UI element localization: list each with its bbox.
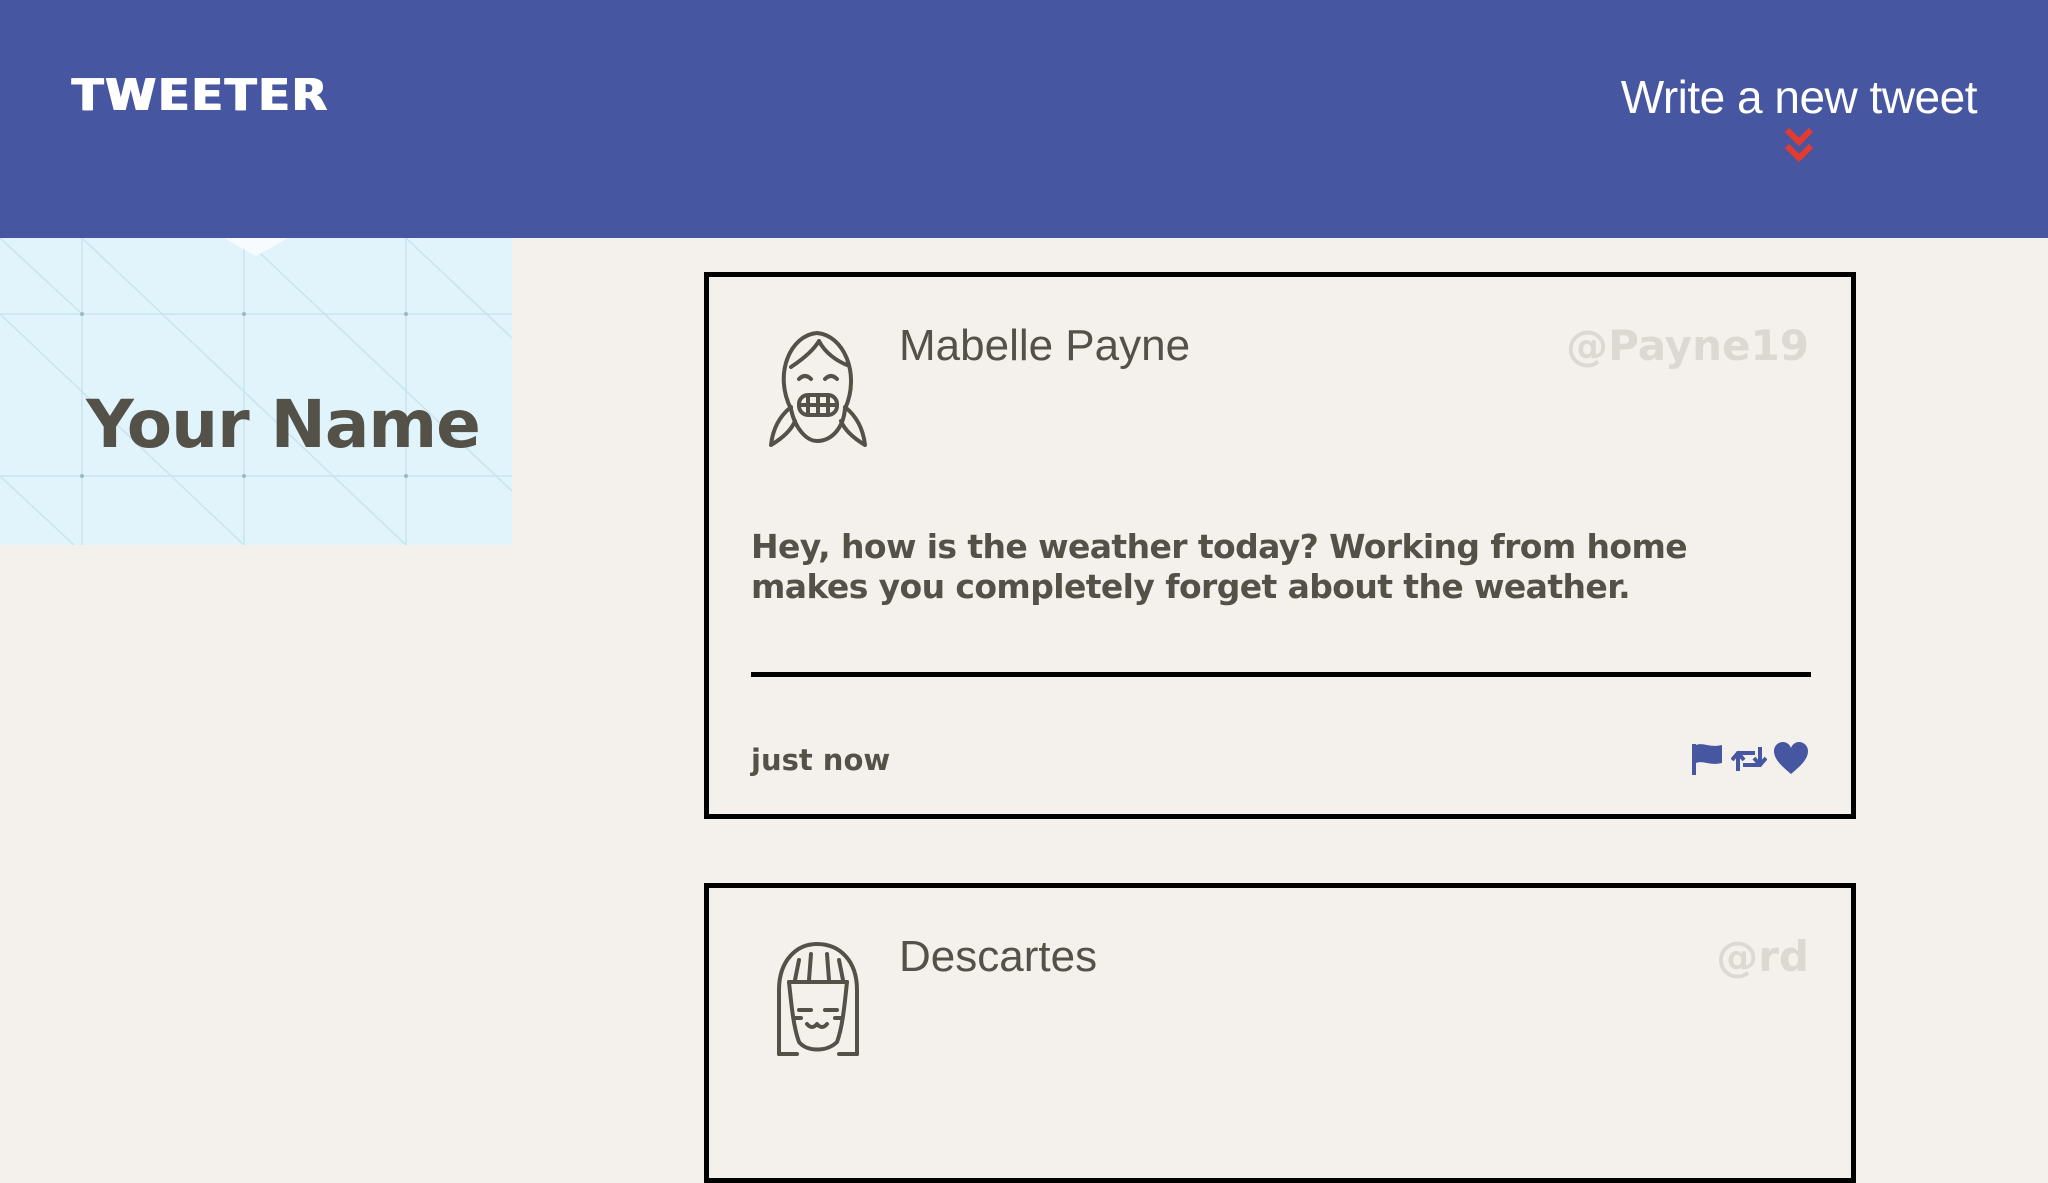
grinning-girl-avatar	[769, 331, 867, 447]
app-logo[interactable]: TWEETER	[72, 69, 329, 120]
write-new-tweet-label[interactable]: Write a new tweet	[1621, 70, 1978, 124]
double-chevron-down-icon[interactable]	[1783, 126, 1815, 166]
smiling-girl-avatar	[777, 942, 859, 1056]
tweet-card: Descartes @rd	[704, 883, 1856, 1183]
author-name: Descartes	[899, 932, 1098, 981]
retweet-icon[interactable]	[1731, 741, 1767, 777]
write-new-tweet-button[interactable]: Write a new tweet	[1621, 70, 1978, 166]
tweet-divider	[751, 672, 1811, 677]
top-nav-bar: TWEETER Write a new tweet	[0, 0, 2048, 238]
tweet-body: Hey, how is the weather today? Working f…	[751, 527, 1688, 606]
tweet-actions	[1689, 741, 1809, 777]
tweet-timestamp: just now	[751, 743, 891, 777]
profile-notch	[224, 238, 288, 256]
profile-card: Your Name	[0, 238, 512, 545]
profile-name: Your Name	[86, 386, 481, 463]
flag-icon[interactable]	[1689, 741, 1725, 777]
author-handle: @rd	[1716, 932, 1809, 981]
tweet-card: Mabelle Payne @Payne19 Hey, how is the w…	[704, 272, 1856, 819]
heart-icon[interactable]	[1773, 741, 1809, 777]
author-handle: @Payne19	[1566, 321, 1809, 370]
author-name: Mabelle Payne	[899, 321, 1191, 370]
